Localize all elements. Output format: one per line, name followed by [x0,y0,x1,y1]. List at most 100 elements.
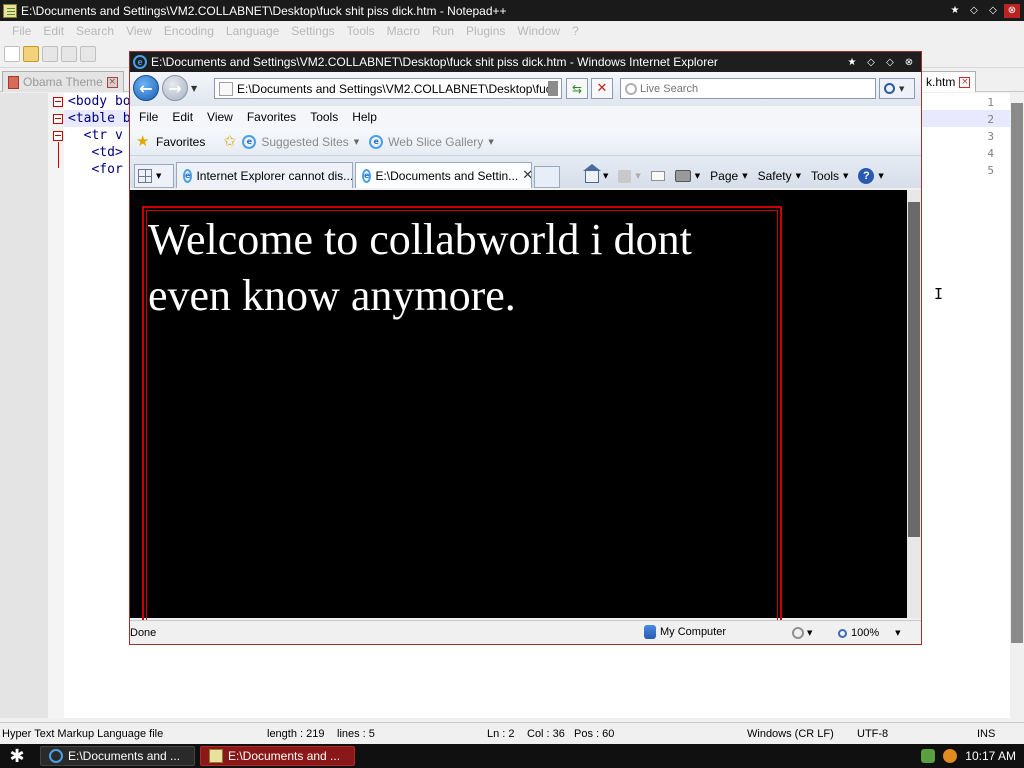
pin-icon[interactable]: ★ [844,55,860,69]
new-file-icon[interactable] [4,45,20,62]
taskbar-item-ie[interactable]: E:\Documents and ... [40,746,195,766]
search-provider-icon [625,82,637,95]
tab-active-file[interactable]: k.htm × [920,71,977,92]
menu-plugins[interactable]: Plugins [460,24,511,38]
status-length: length : 219 [267,728,325,740]
menu-edit[interactable]: Edit [37,24,70,38]
tab-close-icon[interactable]: ✕ [522,168,531,183]
fold-toggle-icon[interactable] [53,131,63,141]
ie-page-icon: e [183,168,193,183]
notepadpp-menu-bar: File Edit Search View Encoding Language … [0,21,1024,40]
menu-tools[interactable]: Tools [305,110,347,124]
chevron-down-icon: ▼ [694,172,701,180]
close-file-icon[interactable] [80,45,96,62]
security-zone[interactable]: My Computer [644,625,726,639]
save-all-icon[interactable] [61,45,77,62]
search-input[interactable] [640,82,870,95]
code-line: <body bo [68,94,131,109]
menu-file[interactable]: File [134,110,167,124]
page-heading: Welcome to collabworld i dont even know … [148,215,692,320]
refresh-button[interactable]: ⇆ [566,78,588,99]
tools-menu-button[interactable]: Tools ▼ [811,169,848,183]
notepadpp-title-bar[interactable]: E:\Documents and Settings\VM2.COLLABNET\… [0,0,1024,21]
scrollbar-thumb[interactable] [908,202,920,537]
menu-help[interactable]: ? [566,24,585,38]
back-button[interactable]: ← [133,75,159,101]
taskbar-item-label: E:\Documents and ... [68,749,181,763]
menu-view[interactable]: View [120,24,158,38]
zoom-control[interactable]: 100% ▼ [838,627,901,639]
menu-help[interactable]: Help [347,110,386,124]
search-icon[interactable] [943,749,958,763]
recent-pages-dropdown-icon[interactable]: ▼ [191,84,197,93]
search-button[interactable]: ▼ [879,78,915,99]
menu-file[interactable]: File [6,24,37,38]
favorites-button[interactable]: ★ Favorites [136,134,205,149]
feeds-button[interactable]: ▼ [618,169,641,183]
menu-macro[interactable]: Macro [381,24,426,38]
maximize-button[interactable]: ◇ [985,4,1001,18]
safety-menu-button[interactable]: Safety ▼ [758,169,801,183]
forward-button[interactable]: → [162,75,188,101]
editor-vertical-scrollbar[interactable] [1010,93,1024,718]
new-tab-button[interactable] [534,166,560,188]
quick-tabs-icon [138,169,152,183]
close-button[interactable]: ⊗ [1004,3,1020,18]
page-vertical-scrollbar[interactable] [907,190,921,618]
ie-tab-error[interactable]: e Internet Explorer cannot dis... [176,162,353,188]
suggested-sites-button[interactable]: e Suggested Sites ▼ [242,134,359,149]
menu-edit[interactable]: Edit [167,110,202,124]
fold-line [58,142,59,168]
ie-title-bar[interactable]: e E:\Documents and Settings\VM2.COLLABNE… [130,52,921,72]
web-slice-gallery-button[interactable]: e Web Slice Gallery ▼ [369,134,494,149]
close-button[interactable]: ⊗ [901,55,917,69]
menu-encoding[interactable]: Encoding [158,24,220,38]
ie-window: e E:\Documents and Settings\VM2.COLLABNE… [129,51,922,645]
tab-close-icon[interactable]: × [106,76,118,88]
maximize-button[interactable]: ◇ [882,55,898,69]
tab-obama-theme[interactable]: Obama Theme × [2,71,124,92]
menu-window[interactable]: Window [511,24,566,38]
address-dropdown-icon[interactable] [548,81,558,96]
address-url[interactable]: E:\Documents and Settings\VM2.COLLABNET\… [237,82,548,96]
chevron-down-icon[interactable]: ▼ [156,172,161,180]
fold-toggle-icon[interactable] [53,114,63,124]
menu-language[interactable]: Language [220,24,285,38]
zone-label: My Computer [660,626,727,638]
fold-toggle-icon[interactable] [53,97,63,107]
menu-view[interactable]: View [202,110,242,124]
menu-run[interactable]: Run [426,24,460,38]
open-file-icon[interactable] [23,45,39,62]
quick-tabs-button[interactable]: ▼ [134,164,174,188]
menu-tools[interactable]: Tools [341,24,381,38]
protected-mode-button[interactable]: ▼ [792,627,812,639]
taskbar-item-label: E:\Documents and ... [228,749,341,763]
ie-tab-active[interactable]: e E:\Documents and Settin... ✕ [355,162,532,188]
code-line: <for [68,162,123,177]
search-box[interactable] [620,78,876,99]
taskbar-item-notepadpp[interactable]: E:\Documents and ... [200,746,355,766]
address-bar[interactable]: E:\Documents and Settings\VM2.COLLABNET\… [214,78,562,99]
menu-search[interactable]: Search [70,24,120,38]
pin-icon[interactable]: ★ [947,4,963,18]
help-button[interactable]: ? ▼ [858,168,884,184]
minimize-button[interactable]: ◇ [863,55,879,69]
scrollbar-thumb[interactable] [1011,103,1023,643]
menu-favorites[interactable]: Favorites [242,110,305,124]
network-icon[interactable] [921,749,936,763]
menu-settings[interactable]: Settings [285,24,340,38]
web-page-content[interactable]: Welcome to collabworld i dont even know … [130,190,907,630]
tab-close-icon[interactable]: × [959,76,971,88]
ie-title: E:\Documents and Settings\VM2.COLLABNET\… [151,55,718,69]
clock[interactable]: 10:17 AM [965,749,1016,763]
minimize-button[interactable]: ◇ [966,4,982,18]
page-menu-button[interactable]: Page ▼ [710,169,747,183]
add-favorites-button[interactable]: ✩ [223,134,238,149]
start-button[interactable]: ✱ [0,744,34,768]
save-icon[interactable] [42,45,58,62]
home-button[interactable]: ▼ [583,163,608,183]
read-mail-button[interactable] [650,171,665,181]
print-button[interactable]: ▼ [674,170,701,182]
chevron-down-icon[interactable]: ▼ [895,629,900,637]
stop-button[interactable]: ✕ [591,78,613,99]
